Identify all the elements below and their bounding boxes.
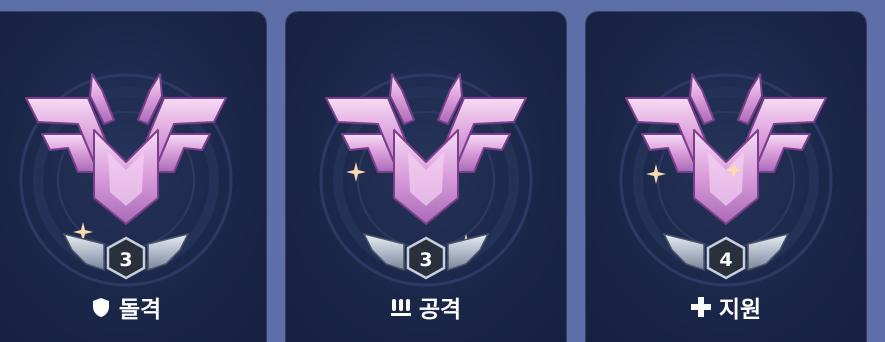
plus-cross-icon <box>690 296 711 318</box>
tier-number: 3 <box>119 249 132 271</box>
role-name: 지원 <box>718 297 762 323</box>
role-name: 돌격 <box>118 297 162 323</box>
shield-icon <box>91 296 111 318</box>
role-label-row: 돌격 <box>0 290 266 324</box>
tier-number: 4 <box>719 249 732 271</box>
tier-number: 3 <box>419 249 432 271</box>
role-rank-card-tank[interactable]: 3 돌격 <box>0 12 266 342</box>
role-name: 공격 <box>418 297 462 323</box>
role-label-row: 지원 <box>586 290 866 324</box>
role-rank-card-support[interactable]: 4 지원 <box>586 12 866 342</box>
role-label-row: 공격 <box>286 290 566 324</box>
role-rank-card-damage[interactable]: 3 공격 <box>286 12 566 342</box>
bullets-icon <box>390 296 411 318</box>
